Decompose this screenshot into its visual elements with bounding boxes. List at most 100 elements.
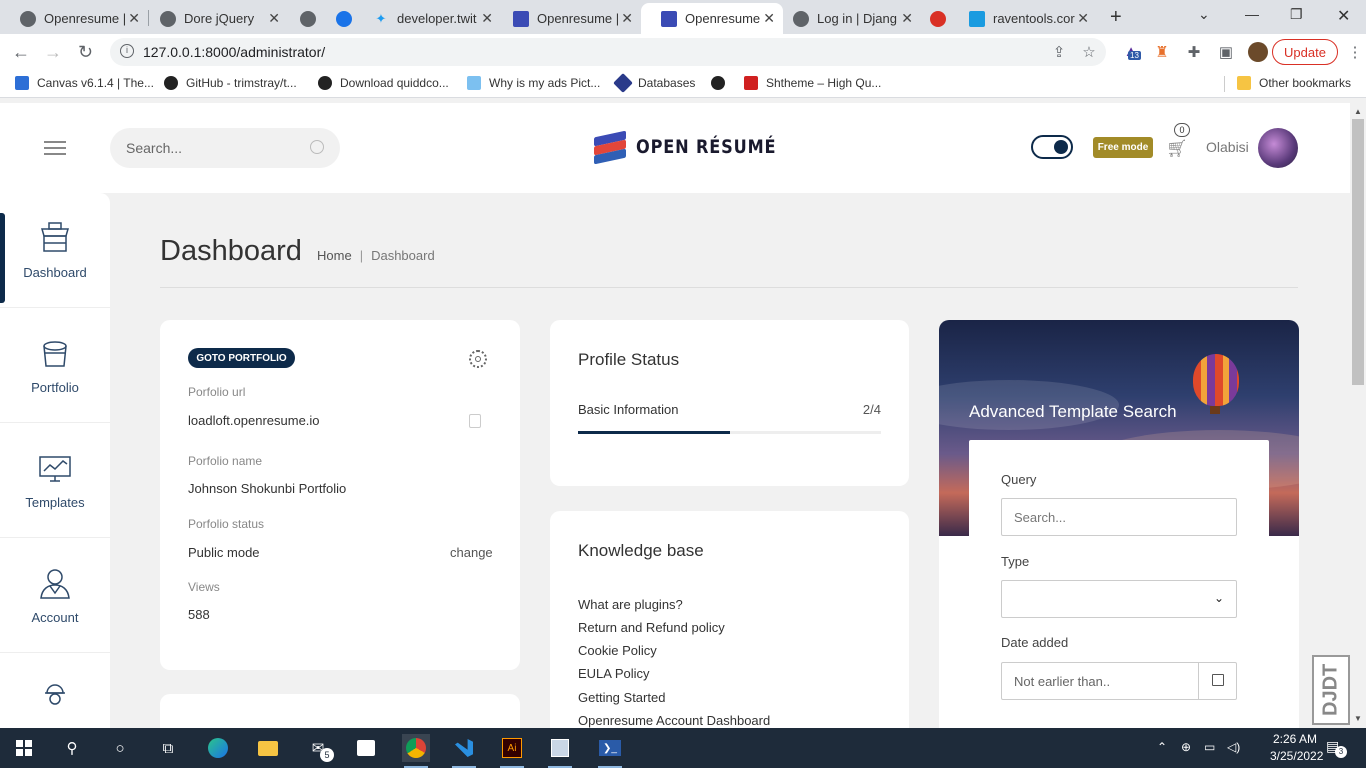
kb-link[interactable]: EULA Policy — [578, 666, 650, 681]
illustrator-icon[interactable]: Ai — [498, 734, 526, 768]
scroll-up-arrow-icon[interactable]: ▲ — [1354, 107, 1362, 116]
bookmark-item[interactable]: Shtheme – High Qu... — [744, 76, 881, 90]
browser-tab[interactable] — [316, 3, 356, 34]
date-added-input[interactable]: Not earlier than.. — [1001, 662, 1237, 700]
address-bar[interactable]: i 127.0.0.1:8000/administrator/ ⇪ ☆ — [110, 38, 1106, 66]
browser-tab[interactable]: raventools.cor ✕ — [949, 3, 1097, 34]
type-select[interactable]: ⌄ — [1001, 580, 1237, 618]
tab-title: Dore jQuery — [184, 11, 255, 26]
edge-icon[interactable] — [204, 734, 232, 762]
change-status-link[interactable]: change — [450, 545, 493, 560]
vscode-icon[interactable] — [450, 734, 478, 768]
extensions-puzzle-icon[interactable]: ✚ — [1185, 43, 1203, 61]
bookmark-item[interactable]: Why is my ads Pict... — [467, 76, 600, 90]
page-scrollbar[interactable]: ▲ ▼ — [1350, 103, 1366, 728]
powershell-icon[interactable]: ❯_ — [596, 734, 624, 768]
browser-tab[interactable]: Openresume | ✕ — [493, 3, 641, 34]
query-input[interactable]: Search... — [1001, 498, 1237, 536]
kb-link[interactable]: Cookie Policy — [578, 643, 657, 658]
bookmark-item[interactable]: Canvas v6.1.4 | The... — [15, 76, 154, 90]
copy-icon[interactable] — [469, 414, 481, 428]
kb-link[interactable]: What are plugins? — [578, 597, 683, 612]
reload-icon[interactable]: ↻ — [78, 42, 93, 63]
back-arrow-icon[interactable]: ← — [12, 42, 30, 63]
store-icon[interactable] — [352, 734, 380, 762]
bookmark-item[interactable] — [711, 76, 733, 90]
header-search-input[interactable]: Search... — [110, 128, 340, 168]
extension-lighthouse-icon[interactable]: ♜ — [1153, 43, 1171, 61]
browser-tab-active[interactable]: Openresume ✕ — [641, 3, 783, 34]
sidebar-item-more[interactable] — [0, 653, 110, 728]
menu-toggle-icon[interactable] — [44, 141, 66, 155]
volume-icon[interactable]: ◁) — [1227, 740, 1240, 754]
forward-arrow-icon[interactable]: → — [44, 42, 62, 63]
search-icon[interactable] — [310, 140, 324, 154]
browser-tab[interactable]: ✦ developer.twit ✕ — [353, 3, 501, 34]
bookmark-item[interactable]: Databases — [613, 73, 695, 93]
minimize-button[interactable]: — — [1245, 6, 1259, 22]
tab-search-icon[interactable]: ⌄ — [1198, 6, 1210, 23]
cortana-icon[interactable]: ○ — [106, 734, 134, 762]
browser-tab[interactable]: Dore jQuery ✕ — [140, 3, 288, 34]
scroll-down-arrow-icon[interactable]: ▼ — [1354, 714, 1362, 723]
sidebar-item-account[interactable]: Account — [0, 538, 110, 653]
calendar-button[interactable] — [1198, 663, 1236, 699]
avatar[interactable] — [1258, 128, 1298, 168]
browser-tab[interactable]: Log in | Djang ✕ — [773, 3, 921, 34]
goto-portfolio-button[interactable]: GOTO PORTFOLIO — [188, 348, 295, 368]
kb-link[interactable]: Openresume Account Dashboard — [578, 713, 770, 728]
browser-tab[interactable]: Openresume | ✕ — [0, 3, 148, 34]
gear-icon[interactable] — [469, 350, 487, 368]
tab-title: Openresume | — [44, 11, 127, 26]
extension-graduation-icon[interactable]: ▲ 13 — [1122, 43, 1141, 61]
django-debug-toolbar-handle[interactable]: DJDT — [1312, 655, 1350, 725]
share-icon[interactable]: ⇪ — [1050, 43, 1068, 61]
info-icon[interactable]: i — [120, 44, 134, 58]
browser-tab[interactable] — [910, 3, 950, 34]
notification-icon[interactable]: ▤ 3 — [1326, 738, 1347, 758]
task-view-icon[interactable]: ⧉ — [154, 734, 182, 762]
windows-start-icon[interactable] — [10, 734, 38, 762]
site-logo[interactable]: OPEN RÉSUMÉ — [594, 130, 801, 165]
kb-link[interactable]: Return and Refund policy — [578, 620, 725, 635]
bookmark-star-icon[interactable]: ☆ — [1080, 43, 1098, 61]
sidebar-panel-icon[interactable]: ▣ — [1217, 43, 1235, 61]
close-icon[interactable]: ✕ — [481, 10, 493, 27]
close-icon[interactable]: ✕ — [268, 10, 280, 27]
close-window-button[interactable]: ✕ — [1337, 6, 1350, 26]
chevron-up-icon[interactable]: ⌃ — [1157, 740, 1167, 754]
sidebar-item-dashboard[interactable]: Dashboard — [0, 193, 110, 308]
search-icon[interactable]: ⚲ — [58, 734, 86, 762]
mail-icon[interactable]: ✉ 5 — [304, 734, 334, 762]
sidebar-item-templates[interactable]: Templates — [0, 423, 110, 538]
close-icon[interactable]: ✕ — [621, 10, 633, 27]
chrome-icon[interactable] — [402, 734, 430, 768]
kb-link[interactable]: Getting Started — [578, 690, 665, 705]
close-icon[interactable]: ✕ — [1077, 10, 1089, 27]
file-explorer-icon[interactable] — [254, 734, 282, 762]
browser-tab[interactable] — [280, 3, 320, 34]
portfolio-name-value: Johnson Shokunbi Portfolio — [188, 481, 347, 496]
username[interactable]: Olabisi — [1206, 139, 1249, 155]
update-button[interactable]: Update — [1272, 39, 1338, 65]
network-globe-icon[interactable]: ⊕ — [1181, 740, 1191, 754]
sidebar-item-portfolio[interactable]: Portfolio — [0, 308, 110, 423]
close-icon[interactable]: ✕ — [128, 10, 140, 27]
free-mode-badge[interactable]: Free mode — [1093, 137, 1153, 158]
cart-icon[interactable]: 🛒︎ — [1166, 139, 1188, 159]
snipping-tool-icon[interactable] — [546, 734, 574, 768]
scrollbar-thumb[interactable] — [1352, 119, 1364, 385]
breadcrumb-home[interactable]: Home — [317, 248, 352, 263]
bookmark-item[interactable]: GitHub - trimstray/t... — [164, 76, 297, 90]
new-tab-button[interactable]: + — [1110, 6, 1122, 29]
mode-toggle[interactable] — [1031, 135, 1073, 159]
bookmark-item[interactable]: Download quiddco... — [318, 76, 449, 90]
taskbar-clock[interactable]: 2:26 AM 3/25/2022 — [1270, 731, 1323, 765]
kebab-menu-icon[interactable]: ⋮ — [1346, 43, 1364, 61]
profile-avatar[interactable] — [1248, 42, 1268, 62]
restore-button[interactable]: ❐ — [1290, 6, 1303, 23]
battery-icon[interactable]: ▭ — [1204, 740, 1215, 754]
other-bookmarks[interactable]: Other bookmarks — [1237, 76, 1351, 90]
profile-progress-fill — [578, 431, 730, 434]
database-icon — [613, 73, 633, 93]
